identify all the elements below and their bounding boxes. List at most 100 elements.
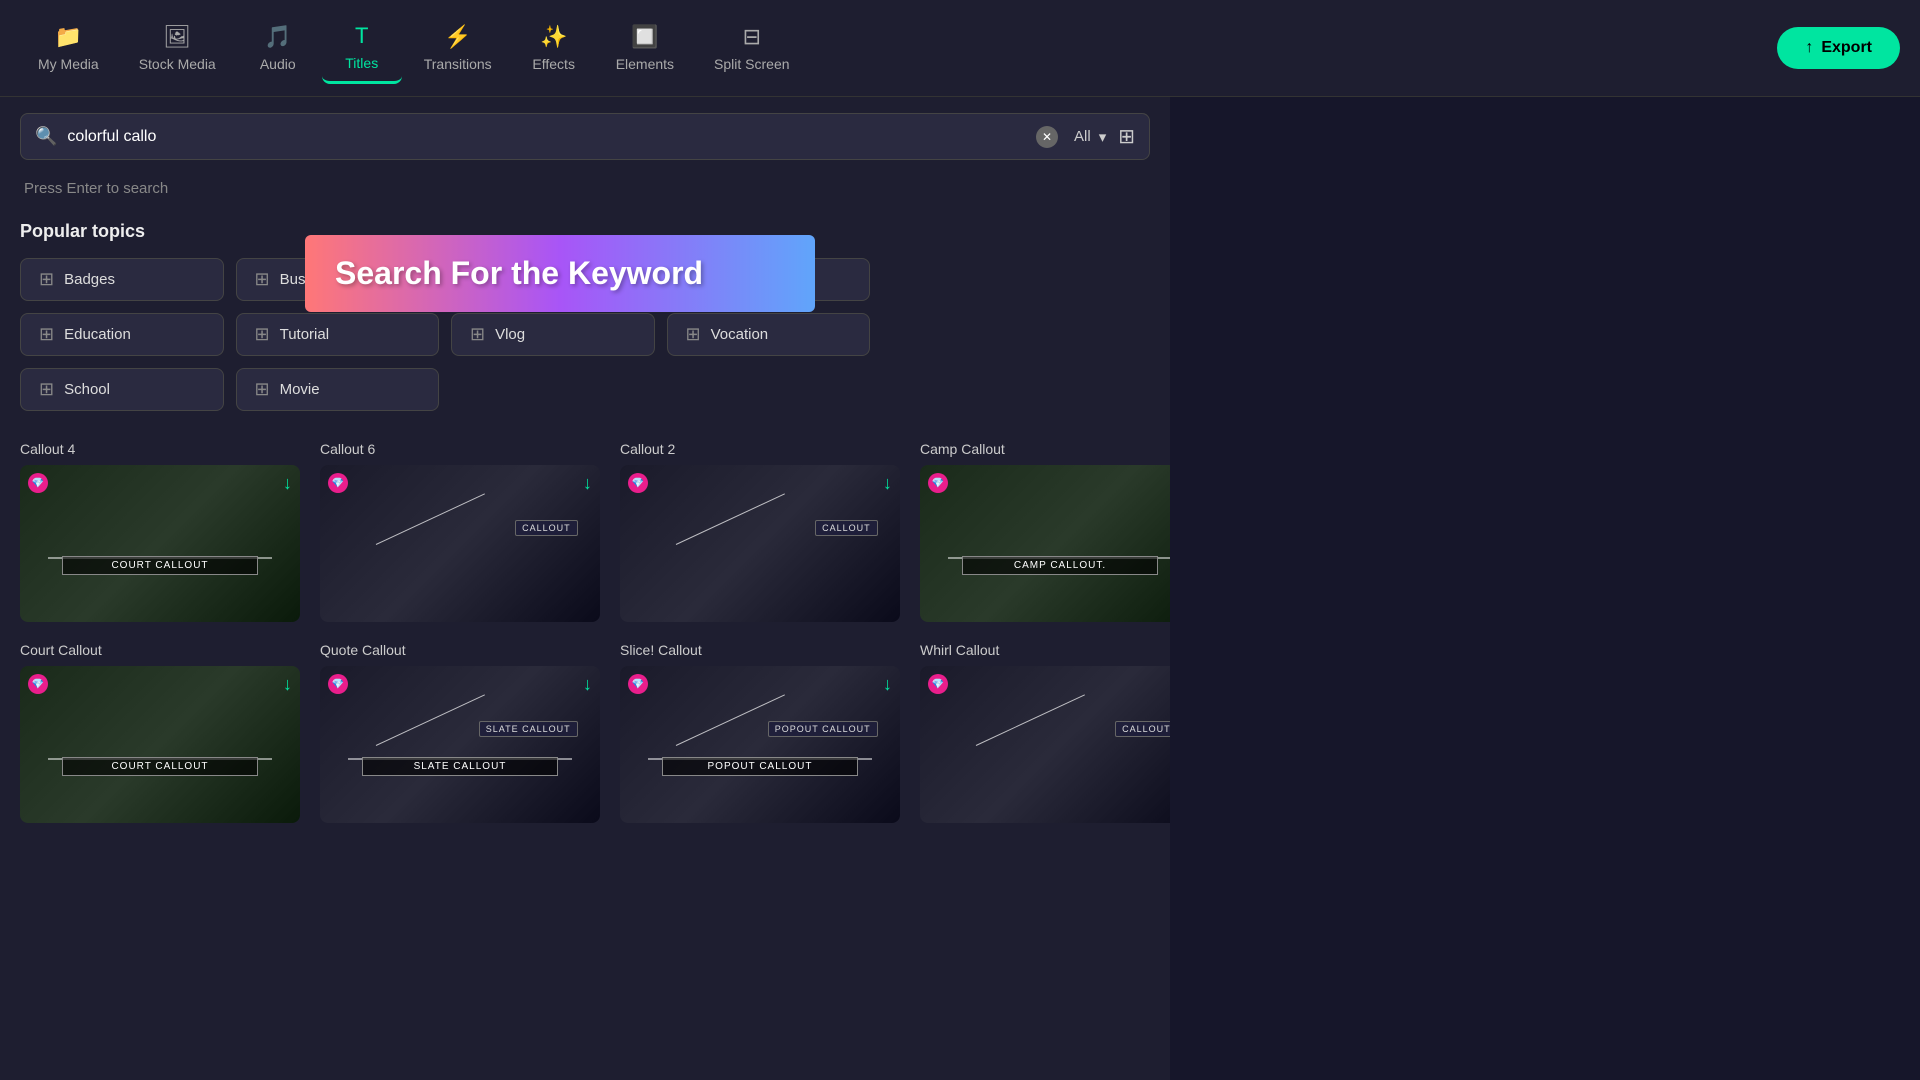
thumb-grid-row1: Callout 4 💎 ↓ COURT CALLOUT Callout 6 💎 … bbox=[20, 441, 1150, 622]
thumb-title-camp-callout: Camp Callout bbox=[920, 441, 1170, 457]
download-badge-callout-4: ↓ bbox=[283, 473, 292, 494]
premium-badge-court-callout: 💎 bbox=[28, 674, 48, 694]
effects-icon: ✨ bbox=[540, 24, 567, 50]
topic-chip-movie[interactable]: ⊞ Movie bbox=[236, 368, 440, 411]
topic-chip-vlog[interactable]: ⊞ Vlog bbox=[451, 313, 655, 356]
topic-chip-education[interactable]: ⊞ Education bbox=[20, 313, 224, 356]
thumb-title-callout-6: Callout 6 bbox=[320, 441, 600, 457]
titles-icon: T bbox=[355, 23, 368, 49]
titles-label: Titles bbox=[345, 55, 378, 71]
nav-item-elements[interactable]: 🔲 Elements bbox=[598, 14, 692, 82]
thumb-title-slice-callout: Slice! Callout bbox=[620, 642, 900, 658]
search-clear-button[interactable]: ✕ bbox=[1036, 126, 1058, 148]
diag-box-whirl-callout: CALLOUT bbox=[1115, 721, 1170, 737]
download-badge-callout-6: ↓ bbox=[583, 473, 592, 494]
download-badge-quote-callout: ↓ bbox=[583, 674, 592, 695]
nav-item-audio[interactable]: 🎵 Audio bbox=[238, 14, 318, 82]
nav-item-effects[interactable]: ✨ Effects bbox=[514, 14, 594, 82]
top-nav: 📁 My Media 🖼 Stock Media 🎵 Audio T Title… bbox=[0, 0, 1920, 97]
thumb-card-callout-2: 💎 ↓ CALLOUT bbox=[620, 465, 900, 622]
thumb-card-callout-6: 💎 ↓ CALLOUT bbox=[320, 465, 600, 622]
grid-view-icon[interactable]: ⊞ bbox=[1118, 124, 1135, 149]
callout-box-court-callout: COURT CALLOUT bbox=[62, 757, 258, 776]
diag-box-quote-callout: Slate Callout bbox=[479, 721, 578, 737]
keyword-banner-text: Search For the Keyword bbox=[335, 255, 703, 291]
thumb-card-camp-callout: 💎 ↓ CAMP CALLOUT. bbox=[920, 465, 1170, 622]
vocation-label: Vocation bbox=[711, 326, 769, 343]
nav-item-split-screen[interactable]: ⊟ Split Screen bbox=[696, 14, 807, 82]
vlog-label: Vlog bbox=[495, 326, 525, 343]
premium-badge-whirl-callout: 💎 bbox=[928, 674, 948, 694]
thumb-item-callout-4[interactable]: Callout 4 💎 ↓ COURT CALLOUT bbox=[20, 441, 300, 622]
effects-label: Effects bbox=[532, 56, 575, 72]
diag-line-whirl-callout bbox=[976, 694, 1085, 746]
search-filter-dropdown[interactable]: All ▾ bbox=[1074, 128, 1106, 146]
callout-box-camp-callout: CAMP CALLOUT. bbox=[962, 556, 1158, 575]
topic-chip-vocation[interactable]: ⊞ Vocation bbox=[667, 313, 871, 356]
search-icon: 🔍 bbox=[35, 126, 57, 147]
school-icon: ⊞ bbox=[39, 379, 54, 400]
diag-line-callout-6 bbox=[376, 493, 485, 545]
chevron-down-icon: ▾ bbox=[1099, 128, 1107, 146]
export-button[interactable]: ↑ Export bbox=[1777, 27, 1900, 69]
thumb-grid-row2: Court Callout 💎 ↓ COURT CALLOUT Quote Ca… bbox=[20, 642, 1150, 823]
nav-item-transitions[interactable]: ⚡ Transitions bbox=[406, 14, 510, 82]
split-screen-label: Split Screen bbox=[714, 56, 789, 72]
right-panel bbox=[1170, 97, 1920, 1080]
transitions-label: Transitions bbox=[424, 56, 492, 72]
thumb-title-quote-callout: Quote Callout bbox=[320, 642, 600, 658]
split-screen-icon: ⊟ bbox=[743, 24, 761, 50]
vocation-icon: ⊞ bbox=[686, 324, 701, 345]
education-icon: ⊞ bbox=[39, 324, 54, 345]
thumb-item-whirl-callout[interactable]: Whirl Callout 💎 ↓ CALLOUT bbox=[920, 642, 1170, 823]
topic-chip-tutorial[interactable]: ⊞ Tutorial bbox=[236, 313, 440, 356]
thumb-section-row2: Court Callout 💎 ↓ COURT CALLOUT Quote Ca… bbox=[20, 642, 1150, 823]
thumb-item-callout-6[interactable]: Callout 6 💎 ↓ CALLOUT bbox=[320, 441, 600, 622]
diag-box-callout-2: CALLOUT bbox=[815, 520, 878, 536]
transitions-icon: ⚡ bbox=[444, 24, 471, 50]
press-enter-hint: Press Enter to search bbox=[20, 180, 1150, 197]
badges-icon: ⊞ bbox=[39, 269, 54, 290]
elements-icon: 🔲 bbox=[631, 24, 658, 50]
thumb-item-callout-2[interactable]: Callout 2 💎 ↓ CALLOUT bbox=[620, 441, 900, 622]
diag-box-callout-6: CALLOUT bbox=[515, 520, 578, 536]
audio-icon: 🎵 bbox=[264, 24, 291, 50]
thumb-item-camp-callout[interactable]: Camp Callout 💎 ↓ CAMP CALLOUT. bbox=[920, 441, 1170, 622]
thumb-item-quote-callout[interactable]: Quote Callout 💎 ↓ Slate Callout Slate Ca… bbox=[320, 642, 600, 823]
nav-item-my-media[interactable]: 📁 My Media bbox=[20, 14, 117, 82]
thumb-item-slice-callout[interactable]: Slice! Callout 💎 ↓ POPOUT CALLOUT POPOUT… bbox=[620, 642, 900, 823]
movie-icon: ⊞ bbox=[255, 379, 270, 400]
my-media-icon: 📁 bbox=[55, 24, 82, 50]
nav-item-titles[interactable]: T Titles bbox=[322, 13, 402, 84]
diag-line-slice-callout bbox=[676, 694, 785, 746]
thumb-card-whirl-callout: 💎 ↓ CALLOUT bbox=[920, 666, 1170, 823]
premium-badge-callout-6: 💎 bbox=[328, 473, 348, 493]
export-label: Export bbox=[1821, 39, 1872, 57]
download-badge-callout-2: ↓ bbox=[883, 473, 892, 494]
diag-line-quote-callout bbox=[376, 694, 485, 746]
tutorial-label: Tutorial bbox=[280, 326, 329, 343]
my-media-label: My Media bbox=[38, 56, 99, 72]
thumb-card-court-callout: 💎 ↓ COURT CALLOUT bbox=[20, 666, 300, 823]
education-label: Education bbox=[64, 326, 131, 343]
premium-badge-slice-callout: 💎 bbox=[628, 674, 648, 694]
main-content: 🔍 ✕ All ▾ ⊞ Press Enter to search Search… bbox=[0, 97, 1920, 1080]
nav-item-stock-media[interactable]: 🖼 Stock Media bbox=[121, 14, 234, 82]
stock-media-label: Stock Media bbox=[139, 56, 216, 72]
premium-badge-camp-callout: 💎 bbox=[928, 473, 948, 493]
thumb-item-court-callout[interactable]: Court Callout 💎 ↓ COURT CALLOUT bbox=[20, 642, 300, 823]
left-panel: 🔍 ✕ All ▾ ⊞ Press Enter to search Search… bbox=[0, 97, 1170, 1080]
diag-box-slice-callout: POPOUT CALLOUT bbox=[768, 721, 878, 737]
diag-line-callout-2 bbox=[676, 493, 785, 545]
thumb-title-whirl-callout: Whirl Callout bbox=[920, 642, 1170, 658]
tutorial-icon: ⊞ bbox=[255, 324, 270, 345]
topic-chip-badges[interactable]: ⊞ Badges bbox=[20, 258, 224, 301]
search-bar: 🔍 ✕ All ▾ ⊞ bbox=[20, 113, 1150, 160]
thumb-title-callout-2: Callout 2 bbox=[620, 441, 900, 457]
callout-box-slice-callout: POPOUT CALLOUT bbox=[662, 757, 858, 776]
audio-label: Audio bbox=[260, 56, 296, 72]
search-input[interactable] bbox=[67, 128, 1036, 146]
premium-badge-callout-2: 💎 bbox=[628, 473, 648, 493]
topic-chip-school[interactable]: ⊞ School bbox=[20, 368, 224, 411]
elements-label: Elements bbox=[616, 56, 674, 72]
